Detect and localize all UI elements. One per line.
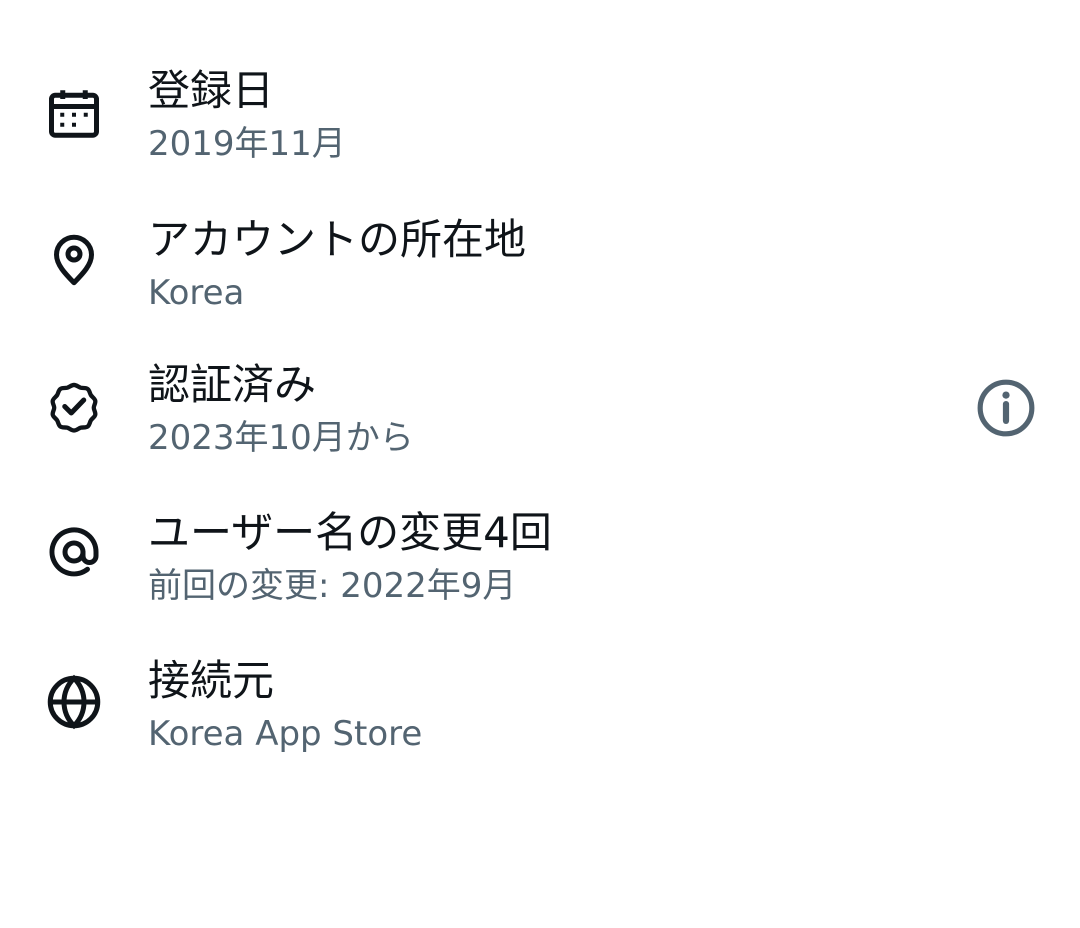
list-item-verified: 認証済み 2023年10月から — [0, 358, 1080, 488]
list-item-username-changes: ユーザー名の変更4回 前回の変更: 2022年9月 — [0, 506, 1080, 636]
info-icon[interactable] — [972, 374, 1040, 442]
list-item-location: アカウントの所在地 Korea — [0, 213, 1080, 343]
list-item-subtitle: 前回の変更: 2022年9月 — [148, 566, 517, 606]
list-item-connected-via: 接続元 Korea App Store — [0, 654, 1080, 784]
list-item-subtitle: 2019年11月 — [148, 124, 346, 164]
verified-badge-icon — [44, 376, 104, 436]
list-item-title: アカウントの所在地 — [148, 215, 527, 264]
list-item-title: 接続元 — [148, 656, 275, 705]
list-item-title: ユーザー名の変更4回 — [148, 508, 552, 557]
list-item-title: 登録日 — [148, 66, 275, 115]
list-item-subtitle: 2023年10月から — [148, 418, 414, 458]
calendar-icon — [44, 84, 104, 144]
list-item-title: 認証済み — [148, 360, 317, 409]
list-item-subtitle: Korea — [148, 273, 245, 313]
list-item-subtitle: Korea App Store — [148, 714, 423, 754]
globe-icon — [44, 672, 104, 732]
location-pin-icon — [44, 229, 104, 289]
list-item-joined: 登録日 2019年11月 — [0, 64, 1080, 194]
at-sign-icon — [44, 522, 104, 582]
